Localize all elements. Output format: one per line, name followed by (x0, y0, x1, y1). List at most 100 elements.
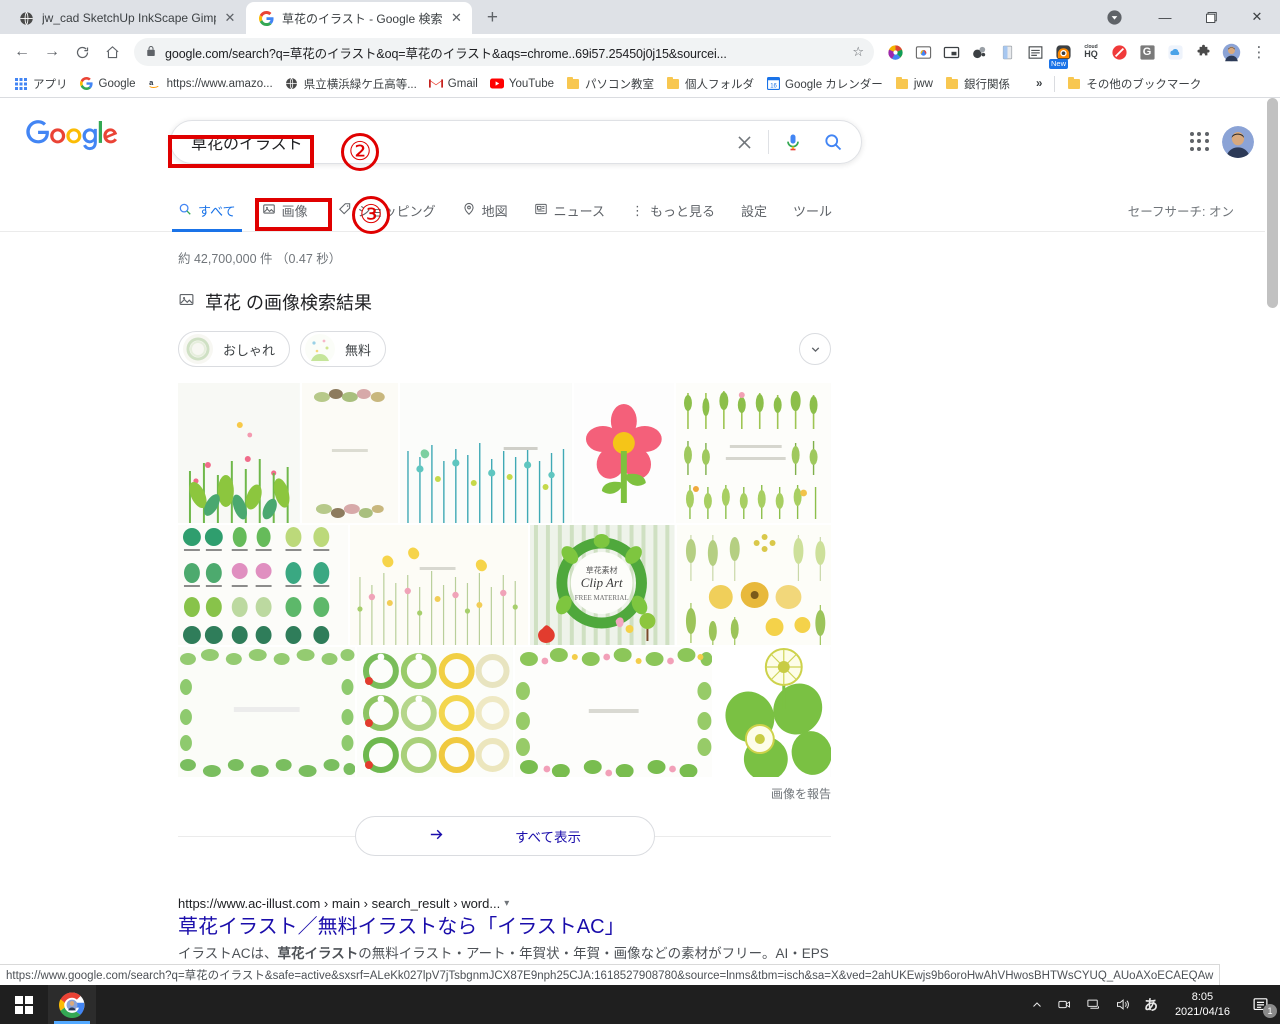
image-thumbnail[interactable] (350, 525, 529, 645)
avatar[interactable] (1222, 126, 1254, 158)
show-all-button[interactable]: すべて表示 (354, 816, 655, 856)
bookmarks-overflow-button[interactable]: » (1030, 76, 1048, 92)
volume-icon[interactable] (1108, 985, 1137, 1024)
image-thumbnail[interactable]: 草花素材 Clip Art FREE MATERIAL (530, 525, 675, 645)
profile-pill-icon[interactable] (1100, 3, 1128, 31)
windows-start-icon[interactable] (0, 985, 48, 1024)
chip-muryo[interactable]: 無料 (300, 331, 387, 367)
close-icon[interactable] (724, 122, 764, 162)
image-thumbnail[interactable] (514, 647, 713, 777)
search-bar[interactable]: 草花のイラスト (170, 120, 862, 164)
puzzle-icon[interactable] (1190, 39, 1216, 65)
search-icon[interactable] (813, 122, 853, 162)
chip-oshare[interactable]: おしゃれ (178, 331, 291, 367)
camera-new-icon[interactable]: New (1049, 39, 1076, 69)
browser-tab-1[interactable]: jw_cad SketchUp InkScape Gimp ✕ (6, 2, 246, 34)
bookmark-apps[interactable]: アプリ (8, 74, 74, 94)
tab-maps[interactable]: 地図 (462, 190, 508, 232)
scrollbar-thumb[interactable] (1267, 98, 1278, 308)
cloud-icon[interactable] (1162, 39, 1188, 65)
page-scrollbar[interactable] (1265, 98, 1280, 985)
image-thumbnail[interactable] (178, 525, 349, 645)
bookmark-personal-folder[interactable]: 個人フォルダ (660, 74, 760, 94)
forward-icon[interactable]: → (38, 38, 66, 66)
image-thumbnail[interactable] (676, 525, 831, 645)
bookmark-label: アプリ (33, 78, 68, 91)
tab-shopping[interactable]: ショッピング (338, 190, 436, 232)
bookmark-school[interactable]: 県立横浜緑ケ丘高等... (279, 74, 423, 94)
tab-tools[interactable]: ツール (793, 190, 832, 232)
browser-tab-2[interactable]: 草花のイラスト - Google 検索 ✕ (246, 2, 473, 34)
chevron-down-icon[interactable]: ▾ (504, 898, 509, 909)
image-thumbnail[interactable] (714, 647, 831, 777)
google-logo[interactable] (26, 120, 146, 151)
news-icon (534, 202, 548, 219)
back-icon[interactable]: ← (8, 38, 36, 66)
block-icon[interactable] (1106, 39, 1132, 65)
report-images-link[interactable]: 画像を報告 (178, 785, 831, 802)
search-area: 草花のイラスト (170, 120, 862, 164)
ime-icon[interactable]: あ (1137, 985, 1165, 1024)
bookmark-other-bookmarks[interactable]: その他のブックマーク (1061, 74, 1207, 94)
new-tab-button[interactable]: + (478, 4, 506, 32)
image-thumbnail[interactable] (676, 383, 831, 523)
tab-images[interactable]: 画像 (262, 190, 308, 232)
screenshot-icon[interactable] (910, 39, 936, 65)
bookmark-pc-class[interactable]: パソコン教室 (560, 74, 660, 94)
tab-settings[interactable]: 設定 (741, 190, 767, 232)
address-bar[interactable]: google.com/search?q=草花のイラスト&oq=草花のイラスト&a… (134, 38, 874, 66)
chevron-up-icon[interactable] (1024, 985, 1050, 1024)
star-icon[interactable]: ☆ (852, 44, 864, 60)
bookmark-amazon[interactable]: a https://www.amazo... (142, 75, 279, 93)
close-icon[interactable]: ✕ (448, 10, 464, 26)
bookmark-google[interactable]: Google (74, 75, 142, 93)
browser-menu-icon[interactable]: ⋮ (1246, 39, 1272, 65)
image-thumbnail[interactable] (400, 383, 572, 523)
image-thumbnail[interactable] (178, 383, 300, 523)
image-thumbnail[interactable] (357, 647, 513, 777)
maximize-button[interactable] (1188, 0, 1234, 34)
tab-more[interactable]: ⋮ もっと見る (631, 190, 715, 232)
google-header: 草花のイラスト (0, 98, 1280, 190)
close-icon[interactable]: ✕ (222, 10, 238, 26)
image-icon (262, 202, 276, 219)
microphone-icon[interactable] (773, 122, 813, 162)
home-icon[interactable] (98, 38, 126, 66)
image-thumbnail[interactable] (301, 383, 399, 523)
bookmark-bank[interactable]: 銀行関係 (939, 74, 1016, 94)
network-icon[interactable] (1079, 985, 1108, 1024)
clock[interactable]: 8:05 2021/04/16 (1165, 985, 1240, 1024)
tab-news[interactable]: ニュース (534, 190, 605, 232)
amazon-icon: a (148, 77, 162, 91)
bookmark-youtube[interactable]: YouTube (484, 75, 560, 93)
list-icon[interactable] (1022, 39, 1048, 65)
bookmark-gmail[interactable]: Gmail (423, 75, 484, 93)
chrome-taskbar-icon[interactable] (48, 985, 96, 1024)
bookmark-google-calendar[interactable]: 16 Google カレンダー (760, 74, 889, 94)
result-title[interactable]: 草花イラスト／無料イラストなら「イラストAC」 (178, 914, 831, 940)
bookmark-jww[interactable]: jww (889, 75, 939, 93)
meet-camera-icon[interactable] (1050, 985, 1079, 1024)
location-pin-icon (462, 202, 476, 219)
tab-all[interactable]: すべて (172, 190, 242, 232)
picture-in-picture-icon[interactable] (938, 39, 964, 65)
blue-page-icon[interactable] (994, 39, 1020, 65)
bubbles-icon[interactable] (966, 39, 992, 65)
tab-label: ショッピング (357, 204, 436, 219)
grammarly-letter: G (1142, 46, 1152, 58)
result-stats: 約 42,700,000 件 （0.47 秒） (178, 252, 342, 266)
notification-icon[interactable]: 1 (1240, 985, 1280, 1024)
reload-icon[interactable] (68, 38, 96, 66)
chevron-down-icon[interactable] (799, 333, 831, 365)
apps-grid-icon[interactable] (1188, 130, 1212, 154)
avatar[interactable] (1218, 39, 1244, 65)
close-button[interactable]: ✕ (1234, 0, 1280, 34)
minimize-button[interactable]: — (1142, 0, 1188, 34)
tab-title: 草花のイラスト - Google 検索 (282, 11, 443, 26)
image-thumbnail[interactable] (573, 383, 675, 523)
grammarly-icon[interactable]: G (1134, 39, 1160, 65)
search-input[interactable]: 草花のイラスト (191, 130, 724, 154)
cloudhq-icon[interactable]: cloud HQ (1078, 39, 1104, 65)
color-wheel-icon[interactable] (882, 39, 908, 65)
image-thumbnail[interactable] (178, 647, 356, 777)
